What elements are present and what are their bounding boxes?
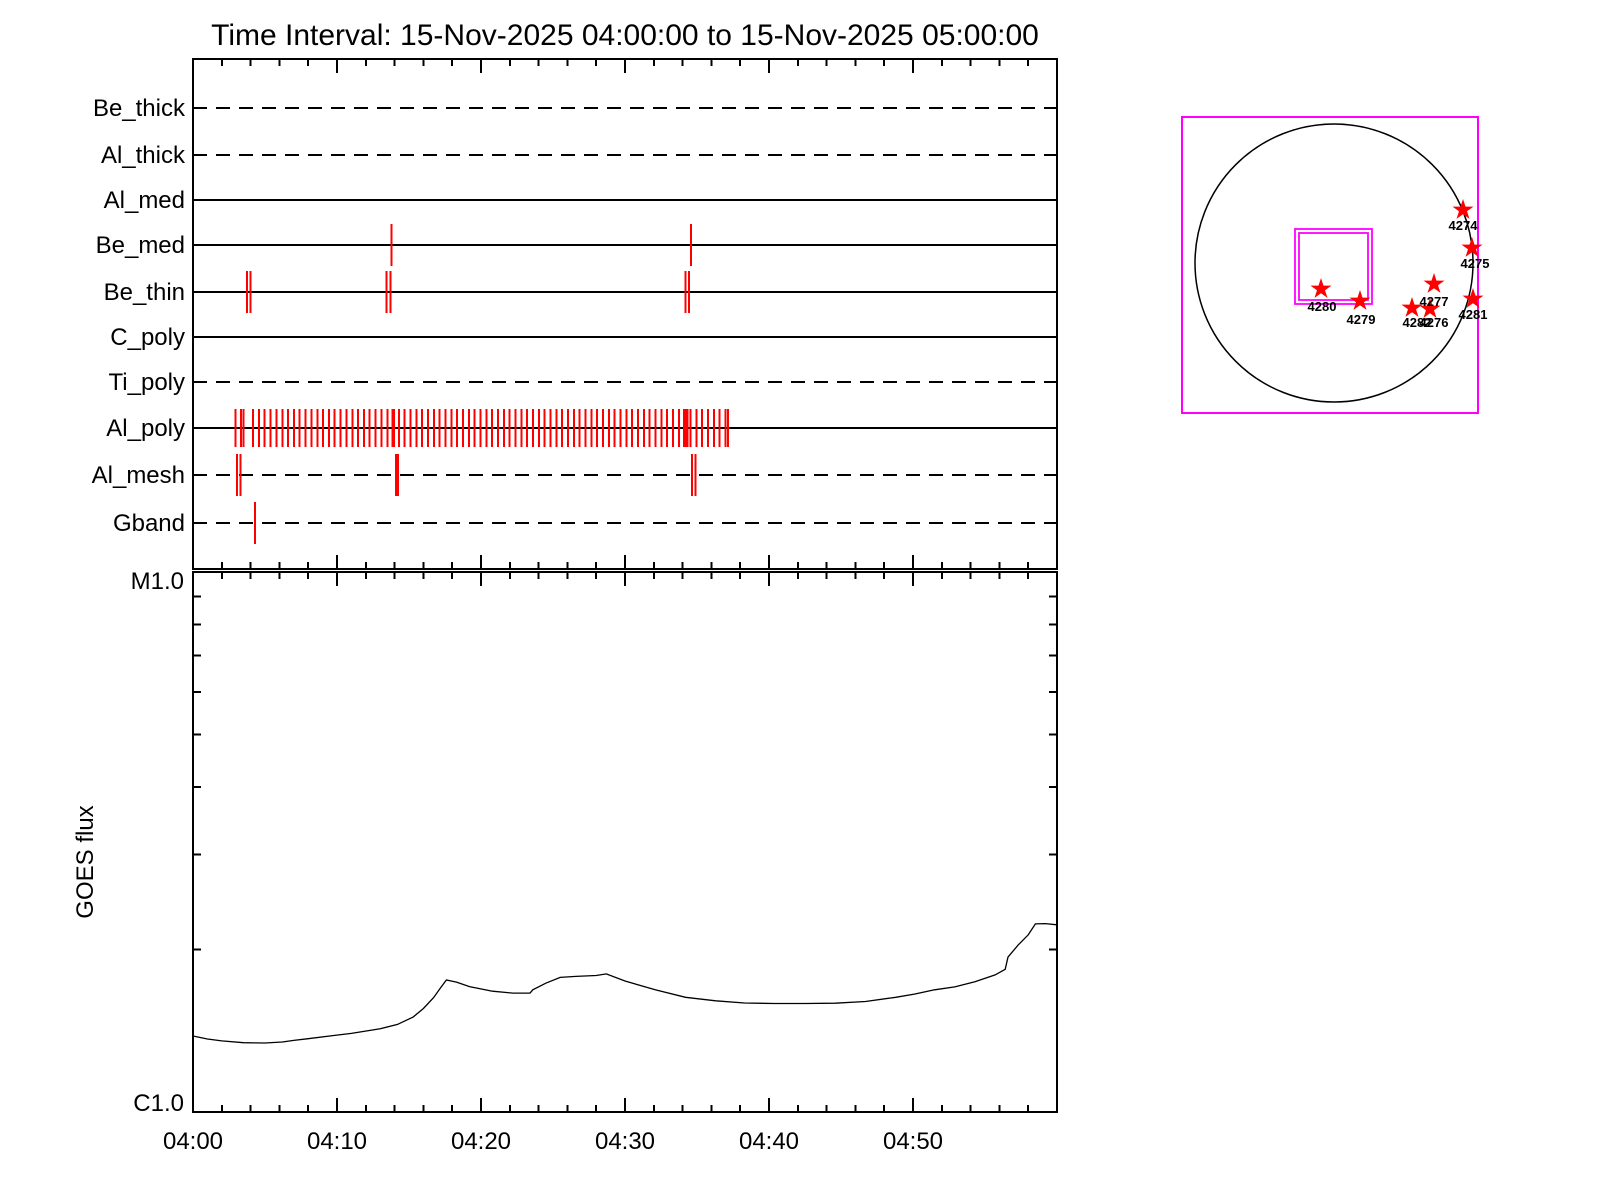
goes-ylabel: GOES flux	[72, 805, 99, 918]
timeline-panel: Be_thick Al_thick Al_med Be_med Be_thin C_pol…	[92, 58, 1058, 570]
ar-label-4281: 4281	[1459, 307, 1488, 322]
goes-y-bottom-label: C1.0	[133, 1090, 184, 1117]
channel-label-Be_thick: Be_thick	[93, 95, 186, 122]
ar-label-4275: 4275	[1461, 256, 1490, 271]
ar-label-4276: 4276	[1420, 315, 1449, 330]
target-box-inner	[1298, 232, 1369, 301]
timeline-frame	[192, 58, 1058, 570]
channel-label-Gband: Gband	[113, 510, 185, 537]
time-axis-label: 04:30	[595, 1128, 655, 1155]
solar-limb-circle	[1194, 123, 1474, 403]
figure-svg: Time Interval: 15-Nov-2025 04:00:00 to 1…	[72, 19, 1490, 1155]
channel-label-Ti_poly: Ti_poly	[109, 369, 185, 396]
ar-label-4277: 4277	[1420, 294, 1449, 309]
fov-rect	[1181, 116, 1479, 414]
time-axis-label: 04:20	[451, 1128, 511, 1155]
ar-label-4279: 4279	[1347, 312, 1376, 327]
ar-star-4280	[1310, 278, 1332, 298]
time-axis-label: 04:50	[883, 1128, 943, 1155]
ar-star-4277	[1423, 273, 1445, 293]
channel-label-Be_thin: Be_thin	[104, 279, 185, 306]
time-axis-label: 04:40	[739, 1128, 799, 1155]
goes-flux-curve	[192, 922, 1058, 1044]
page-title: Time Interval: 15-Nov-2025 04:00:00 to 1…	[211, 19, 1039, 52]
goes-frame	[192, 571, 1058, 1113]
goes-y-top-label: M1.0	[131, 568, 184, 595]
channel-label-Al_poly: Al_poly	[106, 415, 185, 442]
ar-star-4274	[1452, 199, 1474, 219]
screenshot-root: Time Interval: 15-Nov-2025 04:00:00 to 1…	[0, 0, 1600, 1200]
goes-flux-panel: 04:00 04:10 04:20 04:30 04:40 04:50	[163, 571, 1058, 1155]
channel-label-C_poly: C_poly	[110, 324, 185, 351]
channel-label-Al_mesh: Al_mesh	[92, 462, 185, 489]
channel-label-Al_med: Al_med	[104, 187, 185, 214]
ar-label-4280: 4280	[1308, 299, 1337, 314]
sun-map-panel: 42744275427742814279428042824276	[1181, 116, 1490, 414]
ar-star-4281	[1462, 288, 1484, 308]
time-axis-label: 04:00	[163, 1128, 223, 1155]
time-axis-label: 04:10	[307, 1128, 367, 1155]
channel-label-Be_med: Be_med	[96, 232, 185, 259]
ar-label-4274: 4274	[1449, 218, 1479, 233]
channel-label-Al_thick: Al_thick	[101, 142, 186, 169]
